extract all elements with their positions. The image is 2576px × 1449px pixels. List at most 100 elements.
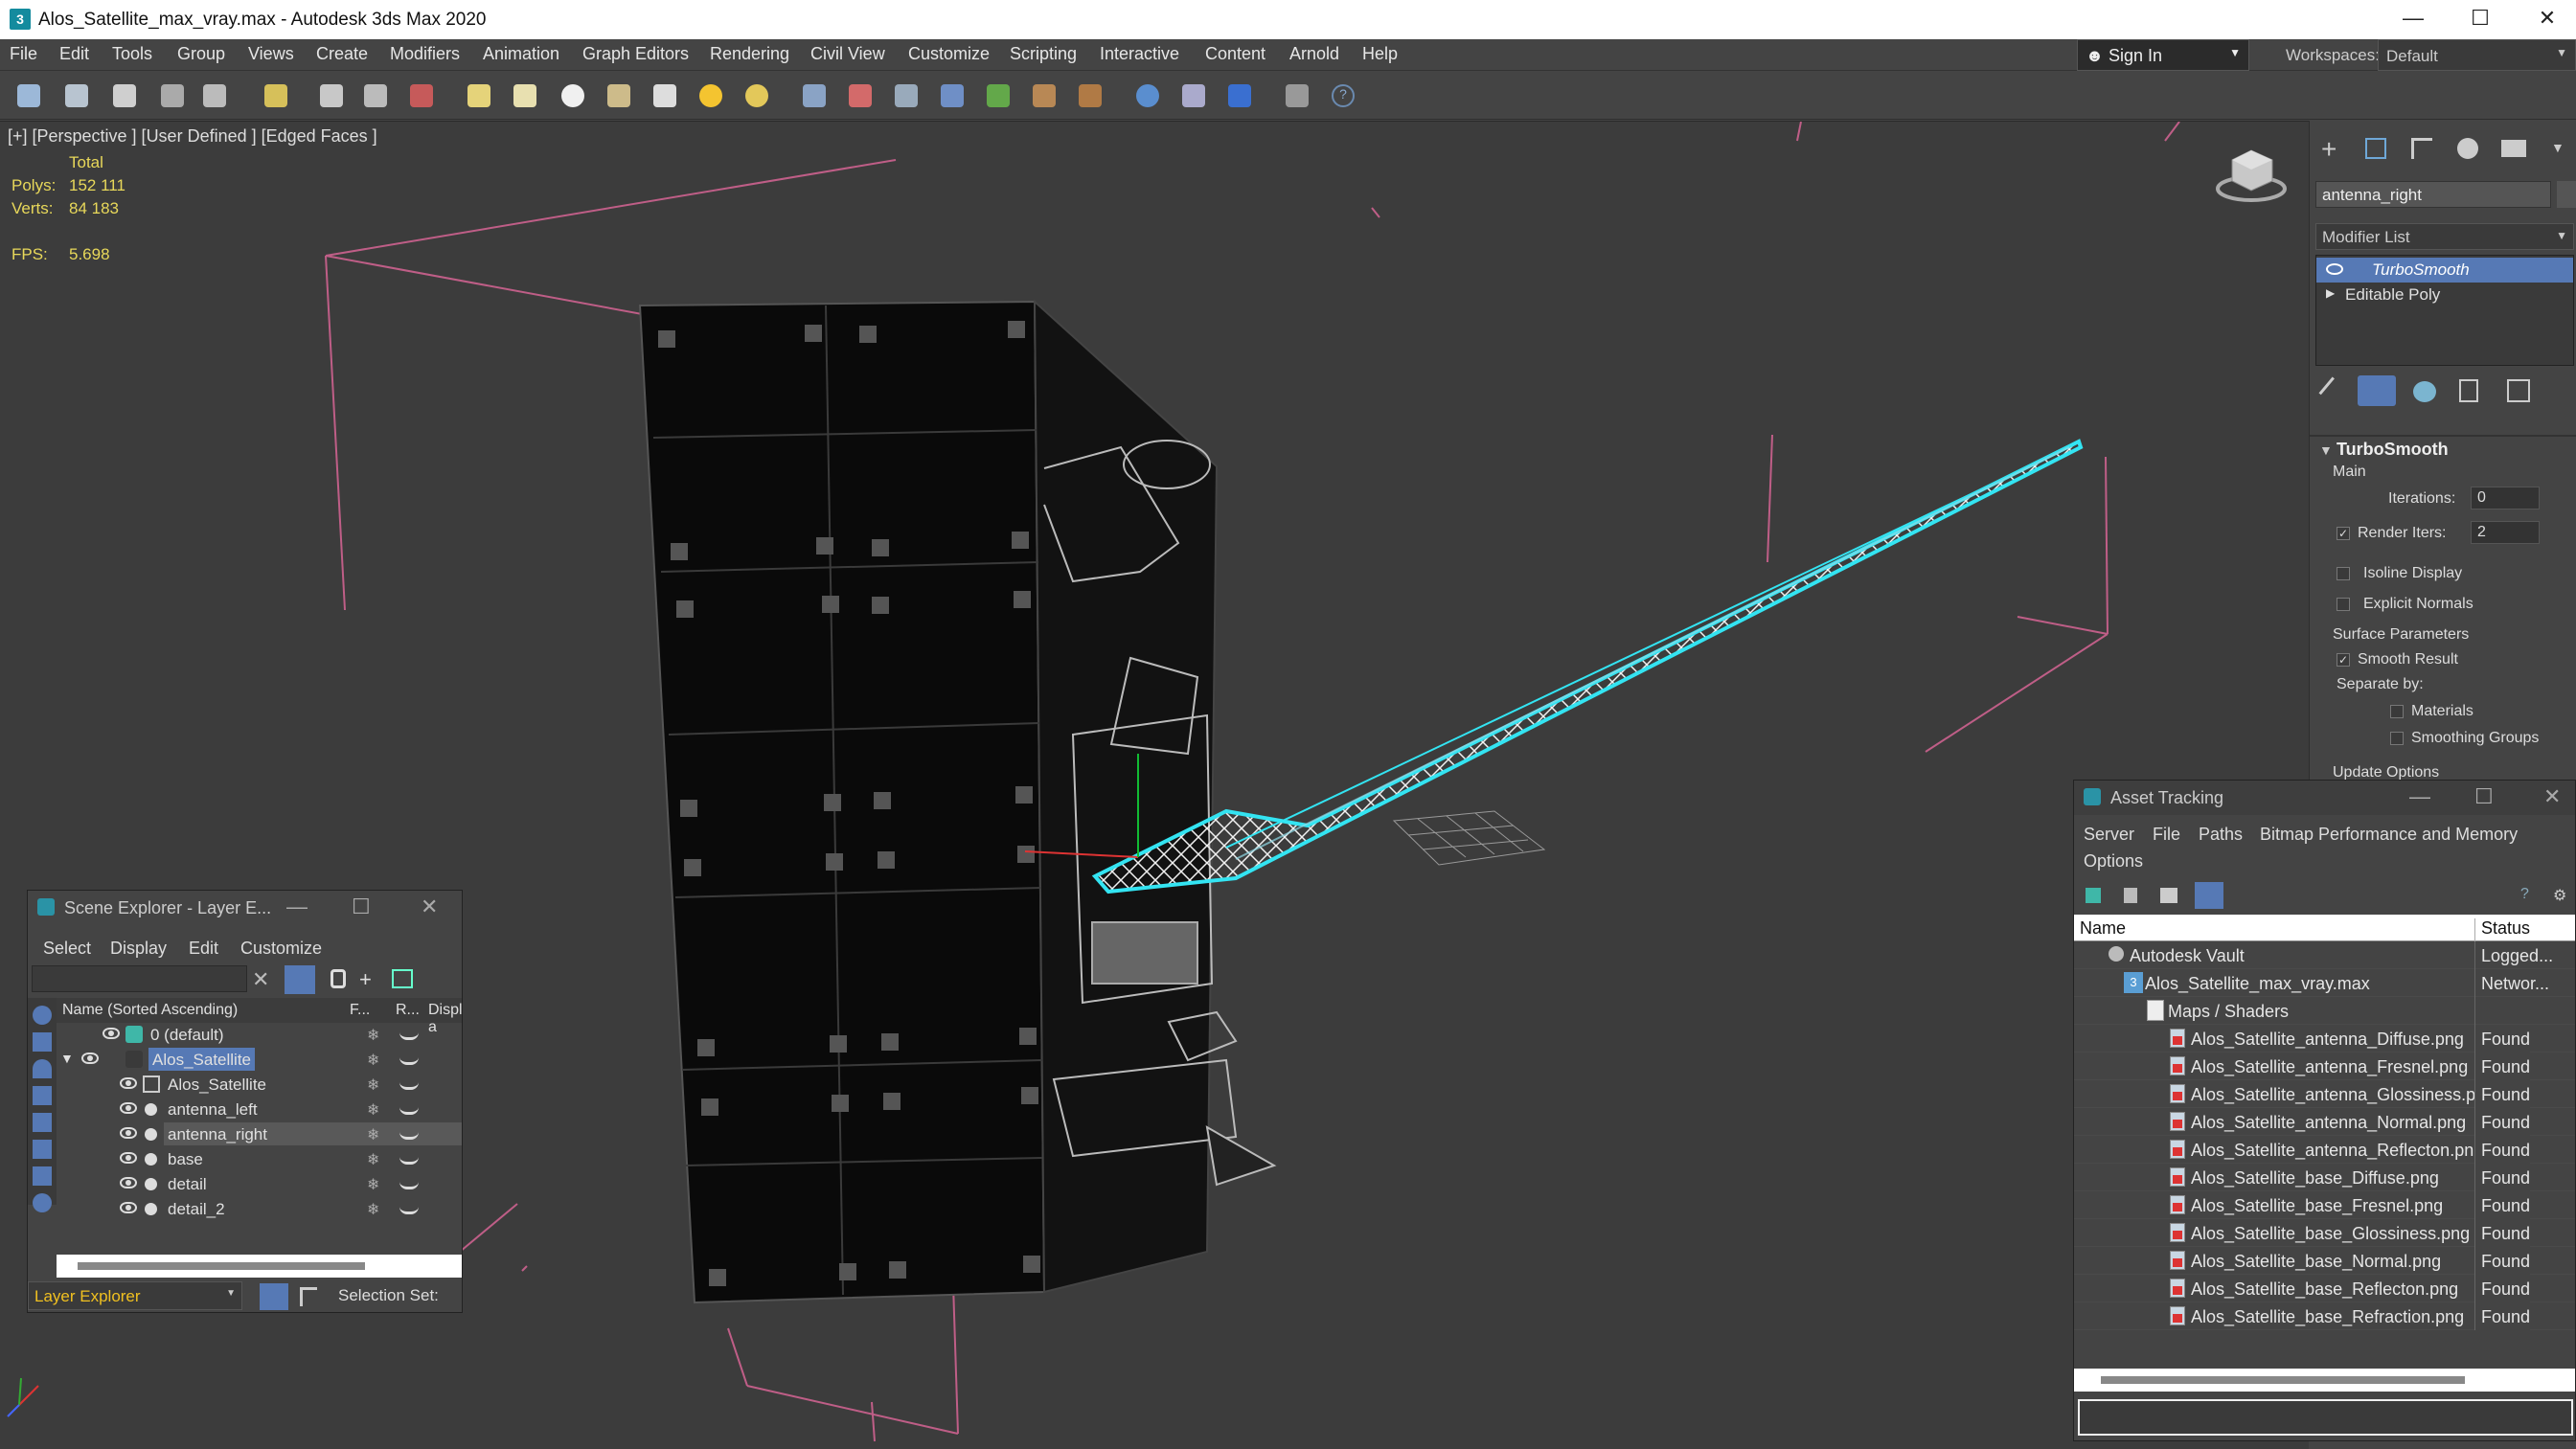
path-field[interactable] — [2078, 1399, 2573, 1436]
unlink-icon[interactable] — [161, 84, 184, 107]
rect-selection-icon[interactable] — [410, 84, 433, 107]
freeze-icon[interactable]: ❄ — [367, 1200, 379, 1219]
column-renderable[interactable]: R... — [396, 1002, 420, 1019]
render-teapot-icon[interactable] — [399, 1052, 419, 1065]
smoothing-groups-checkbox[interactable] — [2390, 732, 2404, 745]
mirror-icon[interactable] — [803, 84, 826, 107]
explorer-mode-dropdown[interactable]: Layer Explorer ▼ — [28, 1281, 242, 1310]
render-teapot-icon[interactable] — [399, 1201, 419, 1214]
scrollbar-thumb[interactable] — [2101, 1376, 2465, 1384]
horizontal-scrollbar[interactable] — [57, 1255, 462, 1278]
menu-file[interactable]: File — [2153, 825, 2180, 845]
asset-row[interactable]: Alos_Satellite_antenna_Diffuse.png Found — [2074, 1025, 2575, 1053]
pin-stack-icon[interactable] — [2318, 376, 2349, 407]
visibility-eye-icon[interactable] — [81, 1053, 99, 1064]
select-by-name-icon[interactable] — [364, 84, 387, 107]
lock-icon[interactable] — [331, 969, 346, 988]
bind-space-warp-icon[interactable] — [203, 84, 226, 107]
visibility-eye-icon[interactable] — [120, 1127, 137, 1139]
menu-edit[interactable]: Edit — [189, 939, 218, 959]
snaps-toggle-icon[interactable] — [699, 84, 722, 107]
menu-graph-editors[interactable]: Graph Editors — [582, 44, 689, 64]
modify-tab-icon[interactable] — [2365, 138, 2386, 159]
modifier-list-dropdown[interactable]: Modifier List ▼ — [2315, 223, 2574, 250]
render-teapot-icon[interactable] — [399, 1076, 419, 1090]
maximize-icon[interactable]: ☐ — [352, 894, 371, 919]
menu-server[interactable]: Server — [2084, 825, 2134, 845]
horizontal-scrollbar[interactable] — [2074, 1369, 2575, 1392]
asset-row[interactable]: Alos_Satellite_base_Reflecton.png Found — [2074, 1275, 2575, 1302]
asset-row[interactable]: Alos_Satellite_antenna_Normal.png Found — [2074, 1108, 2575, 1136]
visibility-eye-icon[interactable] — [103, 1028, 120, 1039]
display-tab-icon[interactable] — [2501, 140, 2526, 157]
select-rotate-icon[interactable] — [513, 84, 536, 107]
minimize-icon[interactable]: — — [2389, 6, 2437, 34]
minimize-icon[interactable]: — — [2409, 784, 2430, 809]
tree-row[interactable]: detail_2 ❄ — [57, 1197, 462, 1222]
asset-row[interactable]: Alos_Satellite_base_Glossiness.png Found — [2074, 1219, 2575, 1247]
menu-arnold[interactable]: Arnold — [1289, 44, 1339, 64]
tree-row[interactable]: ▼ Alos_Satellite ❄ — [57, 1048, 462, 1073]
reference-coord-icon[interactable] — [607, 84, 630, 107]
column-status[interactable]: Status — [2474, 918, 2530, 941]
ribbon-icon[interactable] — [941, 84, 964, 107]
motion-tab-icon[interactable] — [2457, 138, 2478, 159]
render-teapot-icon[interactable] — [399, 1176, 419, 1189]
sign-in-dropdown[interactable]: ☻ Sign In ▼ — [2077, 39, 2249, 71]
remove-modifier-icon[interactable] — [2459, 379, 2478, 402]
menu-select[interactable]: Select — [43, 939, 91, 959]
tree-row[interactable]: base ❄ — [57, 1147, 462, 1172]
asset-row[interactable]: 3 Alos_Satellite_max_vray.max Networ... — [2074, 969, 2575, 997]
asset-row[interactable]: Alos_Satellite_antenna_Reflecton.png Fou… — [2074, 1136, 2575, 1164]
link-icon[interactable] — [113, 84, 136, 107]
close-icon[interactable]: ✕ — [421, 894, 438, 919]
collapse-arrow-icon[interactable]: ▼ — [2319, 442, 2333, 458]
menu-scripting[interactable]: Scripting — [1010, 44, 1077, 64]
visibility-eye-icon[interactable] — [2326, 263, 2343, 275]
menu-views[interactable]: Views — [248, 44, 294, 64]
menu-animation[interactable]: Animation — [483, 44, 559, 64]
render-teapot-icon[interactable] — [399, 1101, 419, 1115]
menu-rendering[interactable]: Rendering — [710, 44, 789, 64]
lights-filter-icon[interactable] — [33, 1059, 52, 1078]
workspaces-select[interactable]: Default ▼ — [2378, 39, 2576, 71]
asset-row[interactable]: Alos_Satellite_base_Refraction.png Found — [2074, 1302, 2575, 1330]
groups-filter-icon[interactable] — [33, 1166, 52, 1186]
visibility-eye-icon[interactable] — [120, 1077, 137, 1089]
render-teapot-icon[interactable] — [399, 1126, 419, 1140]
menu-group[interactable]: Group — [177, 44, 225, 64]
menu-display[interactable]: Display — [110, 939, 167, 959]
column-frozen[interactable]: F... — [350, 1002, 370, 1019]
help-icon[interactable]: ? — [1332, 84, 1355, 107]
explicit-normals-checkbox[interactable] — [2337, 598, 2350, 611]
isoline-display-checkbox[interactable] — [2337, 567, 2350, 580]
rollout-title[interactable]: TurboSmooth — [2337, 440, 2449, 460]
make-unique-icon[interactable] — [2413, 381, 2436, 402]
menu-bitmap-performance[interactable]: Bitmap Performance and Memory — [2260, 825, 2518, 845]
settings-icon[interactable]: ⚙ — [2553, 886, 2566, 905]
xrefs-filter-icon[interactable] — [33, 1193, 52, 1212]
utilities-tab-icon[interactable]: ▼ — [2551, 140, 2565, 155]
asset-row[interactable]: Alos_Satellite_antenna_Glossiness.png Fo… — [2074, 1080, 2575, 1108]
scene-explorer-titlebar[interactable]: Scene Explorer - Layer E... — [28, 891, 462, 925]
select-move-icon[interactable] — [467, 84, 490, 107]
cameras-filter-icon[interactable] — [33, 1086, 52, 1105]
scrollbar-thumb[interactable] — [78, 1262, 365, 1270]
asset-row[interactable]: Alos_Satellite_base_Diffuse.png Found — [2074, 1164, 2575, 1191]
schematic-view-icon[interactable] — [1033, 84, 1056, 107]
tree-row[interactable]: Alos_Satellite ❄ — [57, 1073, 462, 1098]
minimize-icon[interactable]: — — [286, 894, 308, 919]
material-editor-icon[interactable] — [1079, 84, 1102, 107]
menu-modifiers[interactable]: Modifiers — [390, 44, 460, 64]
render-production-icon[interactable] — [1228, 84, 1251, 107]
helpers-filter-icon[interactable] — [33, 1113, 52, 1132]
layers-mode-icon[interactable] — [260, 1283, 288, 1310]
menu-paths[interactable]: Paths — [2199, 825, 2243, 845]
freeze-icon[interactable]: ❄ — [367, 1150, 379, 1169]
close-icon[interactable]: ✕ — [2523, 6, 2571, 34]
undo-icon[interactable] — [17, 84, 40, 107]
viewport-label[interactable]: [+] [Perspective ] [User Defined ] [Edge… — [8, 126, 377, 147]
geometry-filter-icon[interactable] — [33, 1006, 52, 1025]
visibility-eye-icon[interactable] — [120, 1152, 137, 1164]
iterations-spinner[interactable]: 0 — [2471, 487, 2540, 509]
